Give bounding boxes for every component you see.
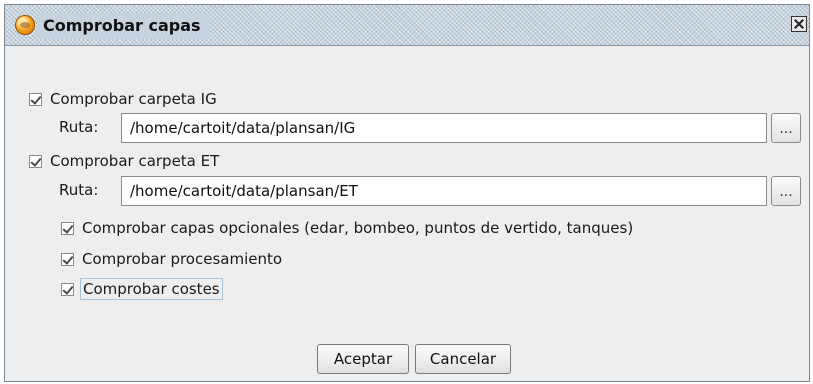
procesamiento-label: Comprobar procesamiento (82, 250, 283, 268)
close-icon[interactable] (791, 16, 807, 32)
option-row-capas-opcionales: Comprobar capas opcionales (edar, bombeo… (61, 217, 633, 239)
cancel-button[interactable]: Cancelar (415, 344, 511, 374)
window-title: Comprobar capas (37, 13, 209, 39)
et-check-row: Comprobar carpeta ET (29, 151, 219, 171)
ig-browse-button[interactable]: ... (771, 113, 801, 143)
procesamiento-checkbox[interactable] (61, 252, 74, 266)
et-checkbox[interactable] (29, 154, 42, 168)
ig-checkbox[interactable] (29, 92, 42, 106)
capas-opcionales-label: Comprobar capas opcionales (edar, bombeo… (82, 219, 634, 237)
costes-label: Comprobar costes (80, 278, 223, 300)
ig-check-row: Comprobar carpeta IG (29, 89, 217, 109)
et-browse-button[interactable]: ... (771, 176, 801, 206)
option-row-procesamiento: Comprobar procesamiento (61, 248, 282, 270)
costes-checkbox[interactable] (61, 282, 74, 296)
ig-check-label: Comprobar carpeta IG (50, 90, 217, 108)
ig-ruta-label: Ruta: (59, 118, 99, 136)
et-ruta-label: Ruta: (59, 181, 99, 199)
et-check-label: Comprobar carpeta ET (50, 152, 220, 170)
et-path-field[interactable]: /home/cartoit/data/plansan/ET (121, 176, 767, 206)
gvsig-app-icon (15, 15, 35, 35)
title-bar[interactable]: Comprobar capas (5, 5, 809, 46)
capas-opcionales-checkbox[interactable] (61, 221, 74, 235)
dialog-window: Comprobar capas Comprobar carpeta IG Rut… (4, 4, 810, 382)
accept-button[interactable]: Aceptar (317, 344, 409, 374)
option-row-costes: Comprobar costes (61, 278, 223, 300)
ig-path-field[interactable]: /home/cartoit/data/plansan/IG (121, 113, 767, 143)
